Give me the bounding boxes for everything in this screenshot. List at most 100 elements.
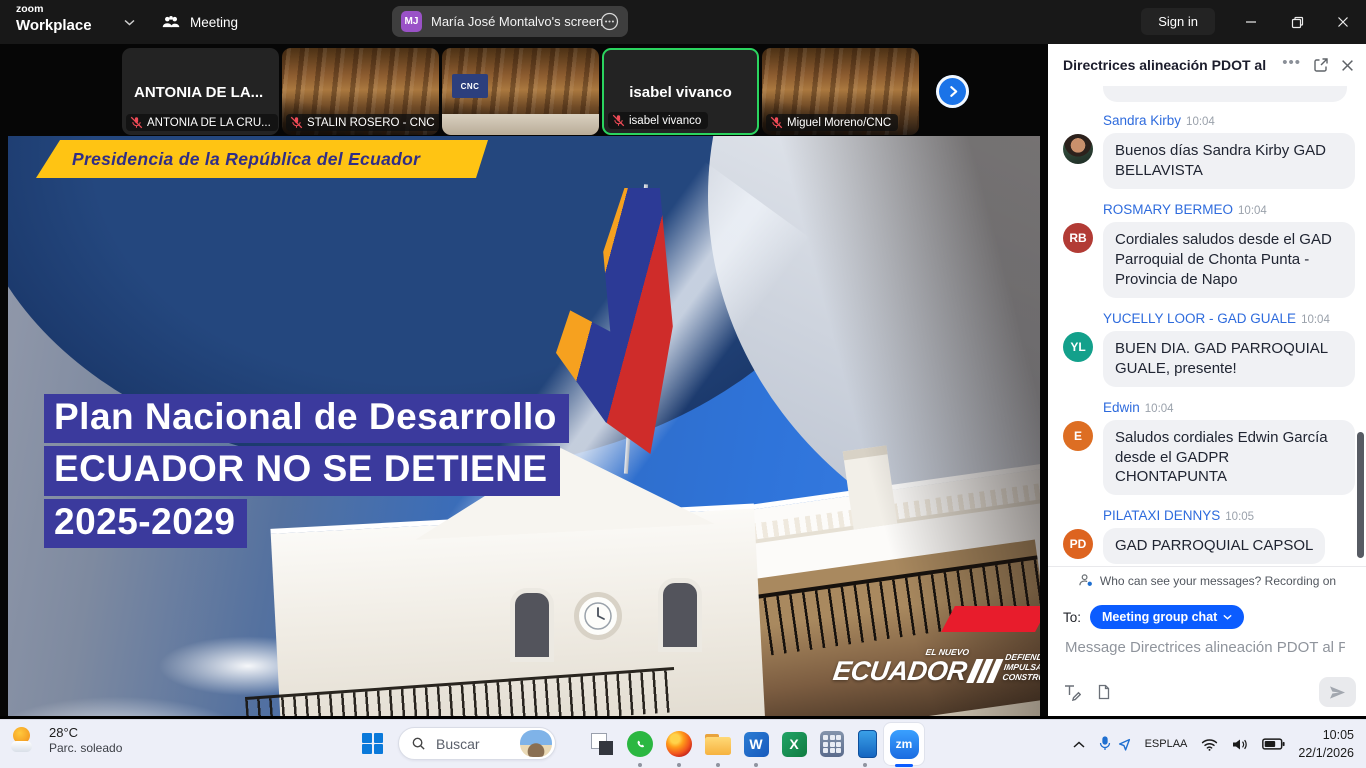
message-bubble: Cordiales saludos desde el GAD Parroquia… (1103, 222, 1355, 298)
message-sender: Sandra Kirby (1103, 113, 1181, 128)
people-icon (162, 15, 181, 29)
weather-widget[interactable]: 28°C Parc. soleado (10, 725, 122, 755)
tray-mic-icon[interactable] (1092, 724, 1118, 764)
participant-label: Edison Yánez / CNC (467, 117, 572, 129)
start-button[interactable] (362, 733, 383, 754)
tray-time: 10:05 (1298, 726, 1354, 744)
minimize-icon (1245, 16, 1257, 28)
tab-meeting-label: Meeting (190, 15, 238, 30)
word-button[interactable]: W (740, 729, 772, 759)
running-indicator (754, 763, 758, 767)
battery-icon[interactable] (1255, 724, 1292, 764)
brand-workplace: Workplace (16, 18, 92, 33)
message-time: 10:04 (1238, 205, 1267, 217)
close-button[interactable] (1320, 0, 1366, 44)
chat-message-list[interactable]: Sandra Kirby 10:04 Buenos días Sandra Kir… (1048, 86, 1366, 566)
attach-file-icon[interactable] (1097, 684, 1111, 700)
participant-tile-stalin[interactable]: STALIN ROSERO - CNC (282, 48, 439, 135)
logo-line: DEFIENDE (1005, 652, 1040, 662)
chat-message-input[interactable] (1063, 638, 1347, 657)
restore-icon (1291, 16, 1304, 29)
brand-zoom: zoom (16, 4, 92, 15)
participant-tile-isabel-active-speaker[interactable]: isabel vivanco isabel vivanco (602, 48, 759, 135)
tray-location-icon[interactable] (1118, 724, 1138, 764)
windows-taskbar: 28°C Parc. soleado W X zm (0, 719, 1366, 768)
running-indicator (677, 763, 681, 767)
chat-message: YUCELLY LOOR - GAD GUALE10:04 YL BUEN DI… (1063, 310, 1356, 387)
zoom-app-button-active[interactable]: zm (884, 723, 924, 765)
message-bubble: Buenos días Sandra Kirby GAD BELLAVISTA (1103, 133, 1355, 189)
taskbar-clock[interactable]: 10:05 22/1/2026 (1292, 726, 1366, 762)
message-time: 10:05 (1225, 511, 1254, 523)
participant-tile-antonia[interactable]: ANTONIA DE LA... ANTONIA DE LA CRU... (122, 48, 279, 135)
minimize-button[interactable] (1228, 0, 1274, 44)
tray-chevron-up-icon[interactable] (1066, 724, 1092, 764)
send-button[interactable] (1319, 677, 1356, 707)
participant-tile-edison[interactable]: CNC Edison Yánez / CNC (442, 48, 599, 135)
search-highlights-image[interactable] (520, 730, 552, 757)
slide-title-line-2: ECUADOR NO SE DETIENE (44, 446, 560, 495)
format-text-icon[interactable] (1063, 683, 1081, 701)
logo-wordmark: ECUADOR (831, 658, 968, 685)
pop-out-icon[interactable] (1313, 57, 1329, 73)
message-time: 10:04 (1145, 403, 1174, 415)
participant-display-name: isabel vivanco (604, 84, 757, 101)
taskbar-search[interactable] (398, 727, 556, 760)
phone-link-button[interactable] (851, 729, 883, 759)
chat-message: Sandra Kirby10:04 Buenos días Sandra Kir… (1063, 112, 1356, 189)
partial-message-bubble (1103, 86, 1347, 102)
chat-close-icon[interactable] (1341, 59, 1354, 72)
chat-scrollbar-thumb[interactable] (1357, 432, 1364, 558)
avatar (1063, 134, 1093, 164)
excel-button[interactable]: X (778, 729, 810, 759)
chevron-down-icon (1223, 614, 1232, 620)
slide-title-line-3: 2025-2029 (44, 499, 247, 548)
participant-tile-miguel[interactable]: Miguel Moreno/CNC (762, 48, 919, 135)
system-tray: ESP LAA 10:05 22/1/2026 (1066, 720, 1366, 768)
privacy-note: Who can see your messages? Recording on (1048, 566, 1366, 594)
close-icon (1337, 16, 1349, 28)
running-indicator (716, 763, 720, 767)
message-sender: YUCELLY LOOR - GAD GUALE (1103, 311, 1296, 326)
message-bubble: BUEN DIA. GAD PARROQUIAL GUALE, presente… (1103, 331, 1355, 387)
active-app-indicator (895, 764, 913, 767)
task-view-button[interactable] (586, 729, 618, 759)
shared-screen-slide: EL NUEVO ECUADOR DEFIENDE IMPULSA CONSTR… (8, 136, 1040, 716)
weather-temp: 28°C (49, 725, 122, 741)
wifi-icon[interactable] (1194, 724, 1225, 764)
whatsapp-button[interactable] (624, 729, 656, 759)
search-input[interactable] (434, 735, 508, 753)
file-explorer-button[interactable] (702, 729, 734, 759)
shared-screen-title: María José Montalvo's screen (431, 14, 591, 29)
firefox-button[interactable] (663, 729, 695, 759)
calculator-button[interactable] (816, 729, 848, 759)
word-icon: W (744, 732, 769, 757)
task-view-icon (591, 733, 613, 755)
language-bottom: LAA (1167, 737, 1188, 751)
chevron-down-icon[interactable] (124, 19, 135, 26)
restore-button[interactable] (1274, 0, 1320, 44)
phone-link-icon (858, 730, 877, 758)
recipient-selector[interactable]: Meeting group chat (1090, 605, 1244, 629)
more-options-icon[interactable] (600, 12, 619, 31)
message-sender: Edwin (1103, 400, 1140, 415)
participant-label: Miguel Moreno/CNC (787, 117, 891, 129)
chat-message: ROSMARY BERMEO10:04 RB Cordiales saludos… (1063, 201, 1356, 298)
message-bubble: Saludos cordiales Edwin García desde el … (1103, 420, 1355, 496)
tray-date: 22/1/2026 (1298, 744, 1354, 762)
avatar: MJ (401, 11, 422, 32)
next-participants-button[interactable] (936, 75, 969, 108)
chat-message: PILATAXI DENNYS10:05 PD GAD PARROQUIAL C… (1063, 507, 1356, 564)
logo-line: IMPULSA (1003, 662, 1040, 672)
tab-shared-screen[interactable]: MJ María José Montalvo's screen (392, 6, 628, 37)
search-icon (411, 736, 426, 751)
volume-icon[interactable] (1225, 724, 1255, 764)
running-indicator (638, 763, 642, 767)
meeting-stage: ANTONIA DE LA... ANTONIA DE LA CRU... ST… (0, 44, 1048, 716)
tab-meeting[interactable]: Meeting (162, 0, 238, 44)
language-indicator[interactable]: ESP LAA (1138, 724, 1195, 764)
calculator-icon (820, 731, 844, 757)
message-time: 10:04 (1301, 314, 1330, 326)
sign-in-label: Sign in (1158, 14, 1198, 29)
sign-in-button[interactable]: Sign in (1141, 8, 1215, 35)
